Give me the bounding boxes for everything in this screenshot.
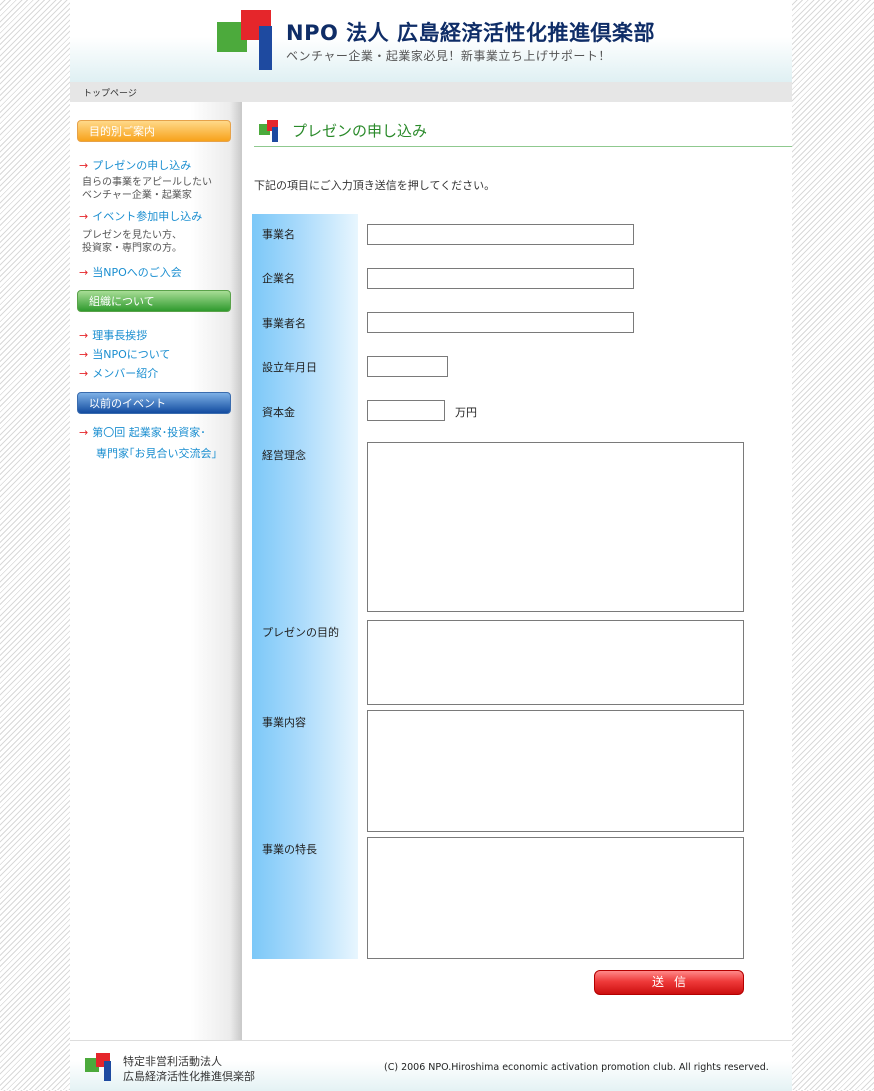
arrow-right-icon: → [79,210,89,223]
heading-divider [254,146,792,147]
breadcrumb-home-link[interactable]: トップページ [83,86,137,99]
sidebar-item-label: 当NPOについて [92,348,171,361]
sidebar-desc: 自らの事業をアピールしたい [82,177,212,188]
footer-org-line2: 広島経済活性化推進倶楽部 [123,1070,255,1083]
sidebar-item-presentation[interactable]: → プレゼンの申し込み [79,157,191,173]
heading-icon-blue [272,127,278,142]
footer-org-line1: 特定非営利活動法人 [123,1055,222,1068]
sidebar-section-purpose: 目的別ご案内 [77,120,231,142]
sidebar-desc: プレゼンを見たい方、 [82,230,182,241]
footer-logo [85,1053,113,1081]
site-subtitle: ベンチャー企業・起業家必見！新事業立ち上げサポート！ [286,49,611,63]
sidebar-item-about[interactable]: → 当NPOについて [79,346,170,362]
sidebar-item-past-event[interactable]: → 第〇回 起業家･投資家･ [79,424,206,440]
footer-logo-blue [104,1061,111,1081]
sidebar-item-label: イベント参加申し込み [92,210,203,223]
sidebar-desc: 投資家・専門家の方。 [82,243,182,254]
form-instructions: 下記の項目にご入力頂き送信を押してください。 [254,179,496,192]
established-date-input[interactable] [367,356,448,377]
capital-unit: 万円 [455,406,477,419]
submit-button[interactable]: 送信 [594,970,744,995]
heading-logo-icon [259,118,279,142]
arrow-right-icon: → [79,266,89,279]
arrow-right-icon: → [79,348,89,361]
business-features-textarea[interactable] [367,837,744,959]
page: NPO 法人 広島経済活性化推進倶楽部 ベンチャー企業・起業家必見！新事業立ち上… [70,0,792,1091]
logo-blue-bar [259,26,272,70]
sidebar-item-past-event-cont[interactable]: 専門家｢お見合い交流会｣ [96,445,217,461]
sidebar: 目的別ご案内 → プレゼンの申し込み 自らの事業をアピールしたい ベンチャー企業・… [70,102,242,1040]
label-company-name: 企業名 [262,272,295,285]
sidebar-item-label: メンバー紹介 [92,367,159,380]
label-established-date: 設立年月日 [262,361,317,374]
sidebar-item-greeting[interactable]: → 理事長挨拶 [79,327,147,343]
site-footer: 特定非営利活動法人 広島経済活性化推進倶楽部 (C) 2006 NPO.Hiro… [70,1040,792,1091]
philosophy-textarea[interactable] [367,442,744,612]
company-name-input[interactable] [367,268,634,289]
sidebar-item-label: 理事長挨拶 [92,329,148,342]
presentation-purpose-textarea[interactable] [367,620,744,705]
operator-name-input[interactable] [367,312,634,333]
label-operator-name: 事業者名 [262,317,306,330]
sidebar-section-past-events: 以前のイベント [77,392,231,414]
sidebar-item-label: 当NPOへのご入会 [92,266,182,279]
copyright: (C) 2006 NPO.Hiroshima economic activati… [384,1062,769,1073]
breadcrumb: トップページ [70,82,792,102]
sidebar-section-organization: 組織について [77,290,231,312]
label-business-name: 事業名 [262,228,295,241]
arrow-right-icon: → [79,426,89,439]
business-name-input[interactable] [367,224,634,245]
label-business-features: 事業の特長 [262,843,317,856]
page-title: プレゼンの申し込み [292,122,428,140]
label-business-content: 事業内容 [262,716,306,729]
site-header: NPO 法人 広島経済活性化推進倶楽部 ベンチャー企業・起業家必見！新事業立ち上… [70,0,792,82]
capital-input[interactable] [367,400,445,421]
site-title: NPO 法人 広島経済活性化推進倶楽部 [286,21,655,45]
label-philosophy: 経営理念 [262,449,306,462]
label-presentation-purpose: プレゼンの目的 [262,626,339,639]
sidebar-desc: ベンチャー企業・起業家 [82,190,192,201]
arrow-right-icon: → [79,367,89,380]
arrow-right-icon: → [79,329,89,342]
sidebar-item-join[interactable]: → 当NPOへのご入会 [79,264,182,280]
business-content-textarea[interactable] [367,710,744,832]
sidebar-item-event[interactable]: → イベント参加申し込み [79,208,202,224]
sidebar-item-label: 第〇回 起業家･投資家･ [92,426,206,439]
arrow-right-icon: → [79,159,89,172]
sidebar-item-members[interactable]: → メンバー紹介 [79,365,158,381]
label-capital: 資本金 [262,406,295,419]
sidebar-item-label: プレゼンの申し込み [92,159,192,172]
site-logo[interactable] [217,10,275,70]
